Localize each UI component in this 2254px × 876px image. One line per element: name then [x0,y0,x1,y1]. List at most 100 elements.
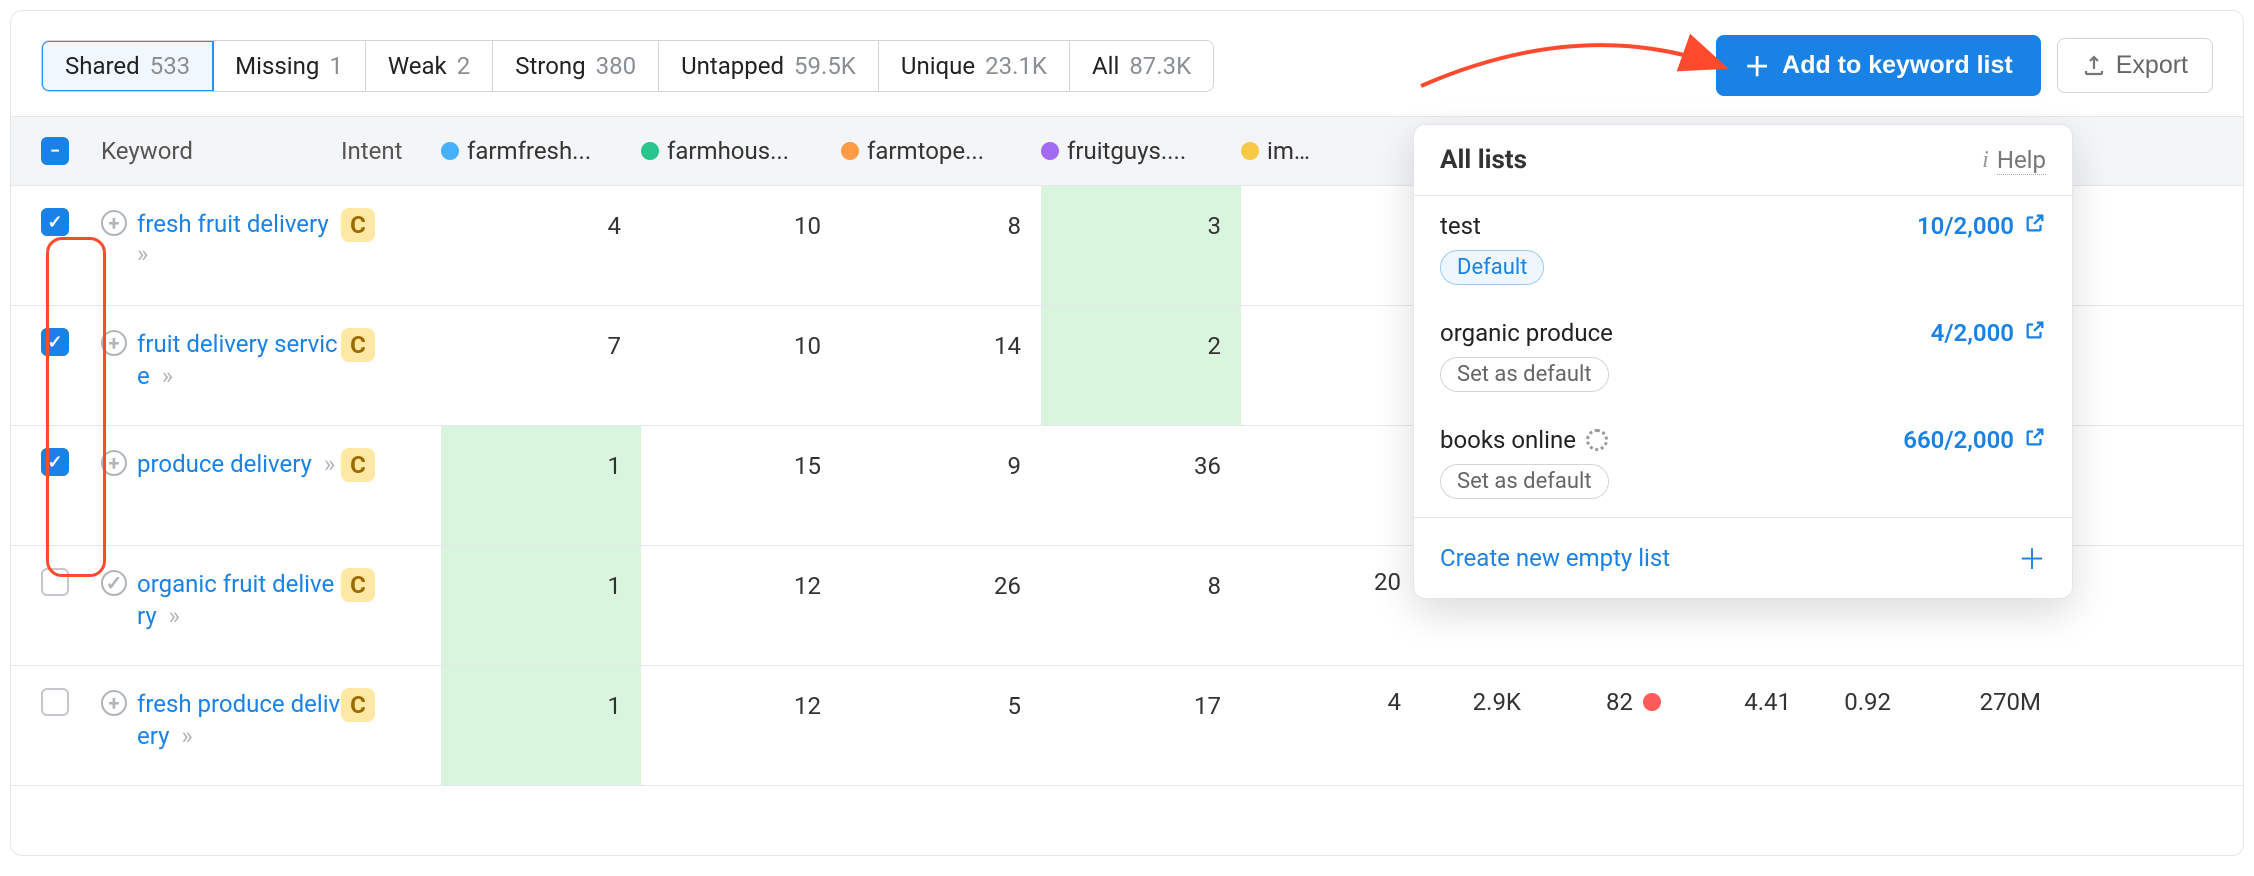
column-header-keyword[interactable]: Keyword [101,137,341,165]
help-link[interactable]: i Help [1982,146,2046,175]
list-count[interactable]: 660/2,000 [1903,426,2046,454]
domain-position-cell: 7 [441,306,641,425]
export-icon [2082,54,2106,78]
keyword-link[interactable]: organic fruit delivery » [137,568,341,633]
tab-count: 533 [150,52,190,80]
domain-color-dot-icon [641,142,659,160]
dropdown-list-item[interactable]: test10/2,000Default [1414,196,2072,303]
set-default-button[interactable]: Set as default [1440,464,1609,499]
tab-shared[interactable]: Shared 533 [41,40,214,92]
metric-cell: 4.41 [1681,688,1811,716]
keyword-text: produce delivery [137,450,312,478]
domain-position-cell: 3 [1041,186,1241,305]
domain-position-cell: 8 [841,186,1041,305]
domain-position-cell: 8 [1041,546,1241,665]
check-icon: ✓ [47,452,62,473]
list-count[interactable]: 4/2,000 [1931,319,2046,347]
chevron-right-icon: » [163,602,180,630]
create-plus-icon[interactable]: ＋ [2018,538,2046,578]
intent-badge: C [341,208,375,242]
expand-icon[interactable]: + [101,210,127,236]
create-new-list-link[interactable]: Create new empty list [1440,544,1670,572]
tab-count: 87.3K [1129,52,1191,80]
expand-icon[interactable]: + [101,450,127,476]
row-checkbox[interactable]: ✓ [41,328,69,356]
dropdown-title: All lists [1440,145,1527,175]
tab-label: Strong [515,52,585,80]
domain-color-dot-icon [1041,142,1059,160]
add-to-keyword-list-button[interactable]: ＋ Add to keyword list [1716,35,2041,96]
column-header-domain[interactable]: farmtope... [841,137,1041,165]
com-cell: 0.92 [1811,688,1911,716]
list-count[interactable]: 10/2,000 [1917,212,2046,240]
keyword-link[interactable]: produce delivery » [137,448,335,480]
check-circle-icon[interactable]: ✓ [101,570,127,596]
table-row: +fresh produce delivery »C11251742.9K824… [11,666,2243,786]
external-link-icon[interactable] [2024,212,2046,240]
filter-tabs: Shared 533 Missing 1 Weak 2 Strong 380 U… [41,40,1214,92]
keyword-link[interactable]: fresh fruit delivery » [137,208,341,268]
tab-count: 1 [329,52,343,80]
external-link-icon[interactable] [2024,319,2046,347]
intent-badge: C [341,688,375,722]
row-checkbox[interactable] [41,568,69,596]
kd-cell: 82 [1541,688,1681,716]
kd-difficulty-dot-icon [1643,693,1661,711]
expand-icon[interactable]: + [101,690,127,716]
select-all-checkbox[interactable]: − [41,137,69,165]
tab-label: Shared [65,52,140,80]
domain-position-cell: 4 [441,186,641,305]
button-label: Add to keyword list [1782,51,2013,80]
tab-untapped[interactable]: Untapped 59.5K [659,41,879,91]
expand-icon[interactable]: + [101,330,127,356]
keyword-link[interactable]: fresh produce delivery » [137,688,341,753]
keyword-link[interactable]: fruit delivery service » [137,328,341,393]
domain-header-label: farmtope... [867,137,984,165]
kd-value: 82 [1606,688,1633,716]
tab-label: Unique [901,52,975,80]
set-default-button[interactable]: Set as default [1440,357,1609,392]
domain-position-cell: 26 [841,546,1041,665]
domain-position-cell: 14 [841,306,1041,425]
metric-cell: 2.9K [1421,688,1541,716]
domain-position-cell: 1 [441,666,641,785]
row-checkbox[interactable]: ✓ [41,448,69,476]
dropdown-list-item[interactable]: organic produce4/2,000Set as default [1414,303,2072,410]
domain-position-cell: 17 [1041,666,1241,785]
column-header-domain[interactable]: imp... [1241,137,1321,165]
tab-unique[interactable]: Unique 23.1K [879,41,1070,91]
row-checkbox[interactable] [41,688,69,716]
column-header-domain[interactable]: farmfresh... [441,137,641,165]
domain-color-dot-icon [441,142,459,160]
dropdown-list-item[interactable]: books online660/2,000Set as default [1414,410,2072,517]
loading-spinner-icon [1586,429,1608,451]
results-cell: 270M [1911,688,2041,716]
tab-missing[interactable]: Missing 1 [213,41,366,91]
row-checkbox[interactable]: ✓ [41,208,69,236]
tab-count: 2 [457,52,471,80]
intent-badge: C [341,328,375,362]
external-link-icon[interactable] [2024,426,2046,454]
tab-weak[interactable]: Weak 2 [366,41,493,91]
tab-count: 380 [596,52,636,80]
export-button[interactable]: Export [2057,38,2213,93]
tab-strong[interactable]: Strong 380 [493,41,659,91]
default-badge: Default [1440,250,1544,285]
metric-cell: 20 [1321,568,1421,596]
metric-cell: 4 [1321,688,1421,716]
column-header-intent[interactable]: Intent [341,137,441,165]
tab-all[interactable]: All 87.3K [1070,41,1213,91]
intent-badge: C [341,568,375,602]
chevron-right-icon: » [318,450,335,478]
button-label: Export [2116,51,2188,80]
keyword-text: fresh produce delivery [137,690,340,750]
column-header-domain[interactable]: farmhous... [641,137,841,165]
domain-position-cell: 5 [841,666,1041,785]
keyword-list-dropdown: All lists i Help test10/2,000Defaultorga… [1413,124,2073,599]
check-icon: ✓ [47,212,62,233]
domain-color-dot-icon [841,142,859,160]
domain-header-label: fruitguys.... [1067,137,1186,165]
info-icon: i [1982,147,1989,174]
column-header-domain[interactable]: fruitguys.... [1041,137,1241,165]
domain-position-cell: 1 [441,546,641,665]
